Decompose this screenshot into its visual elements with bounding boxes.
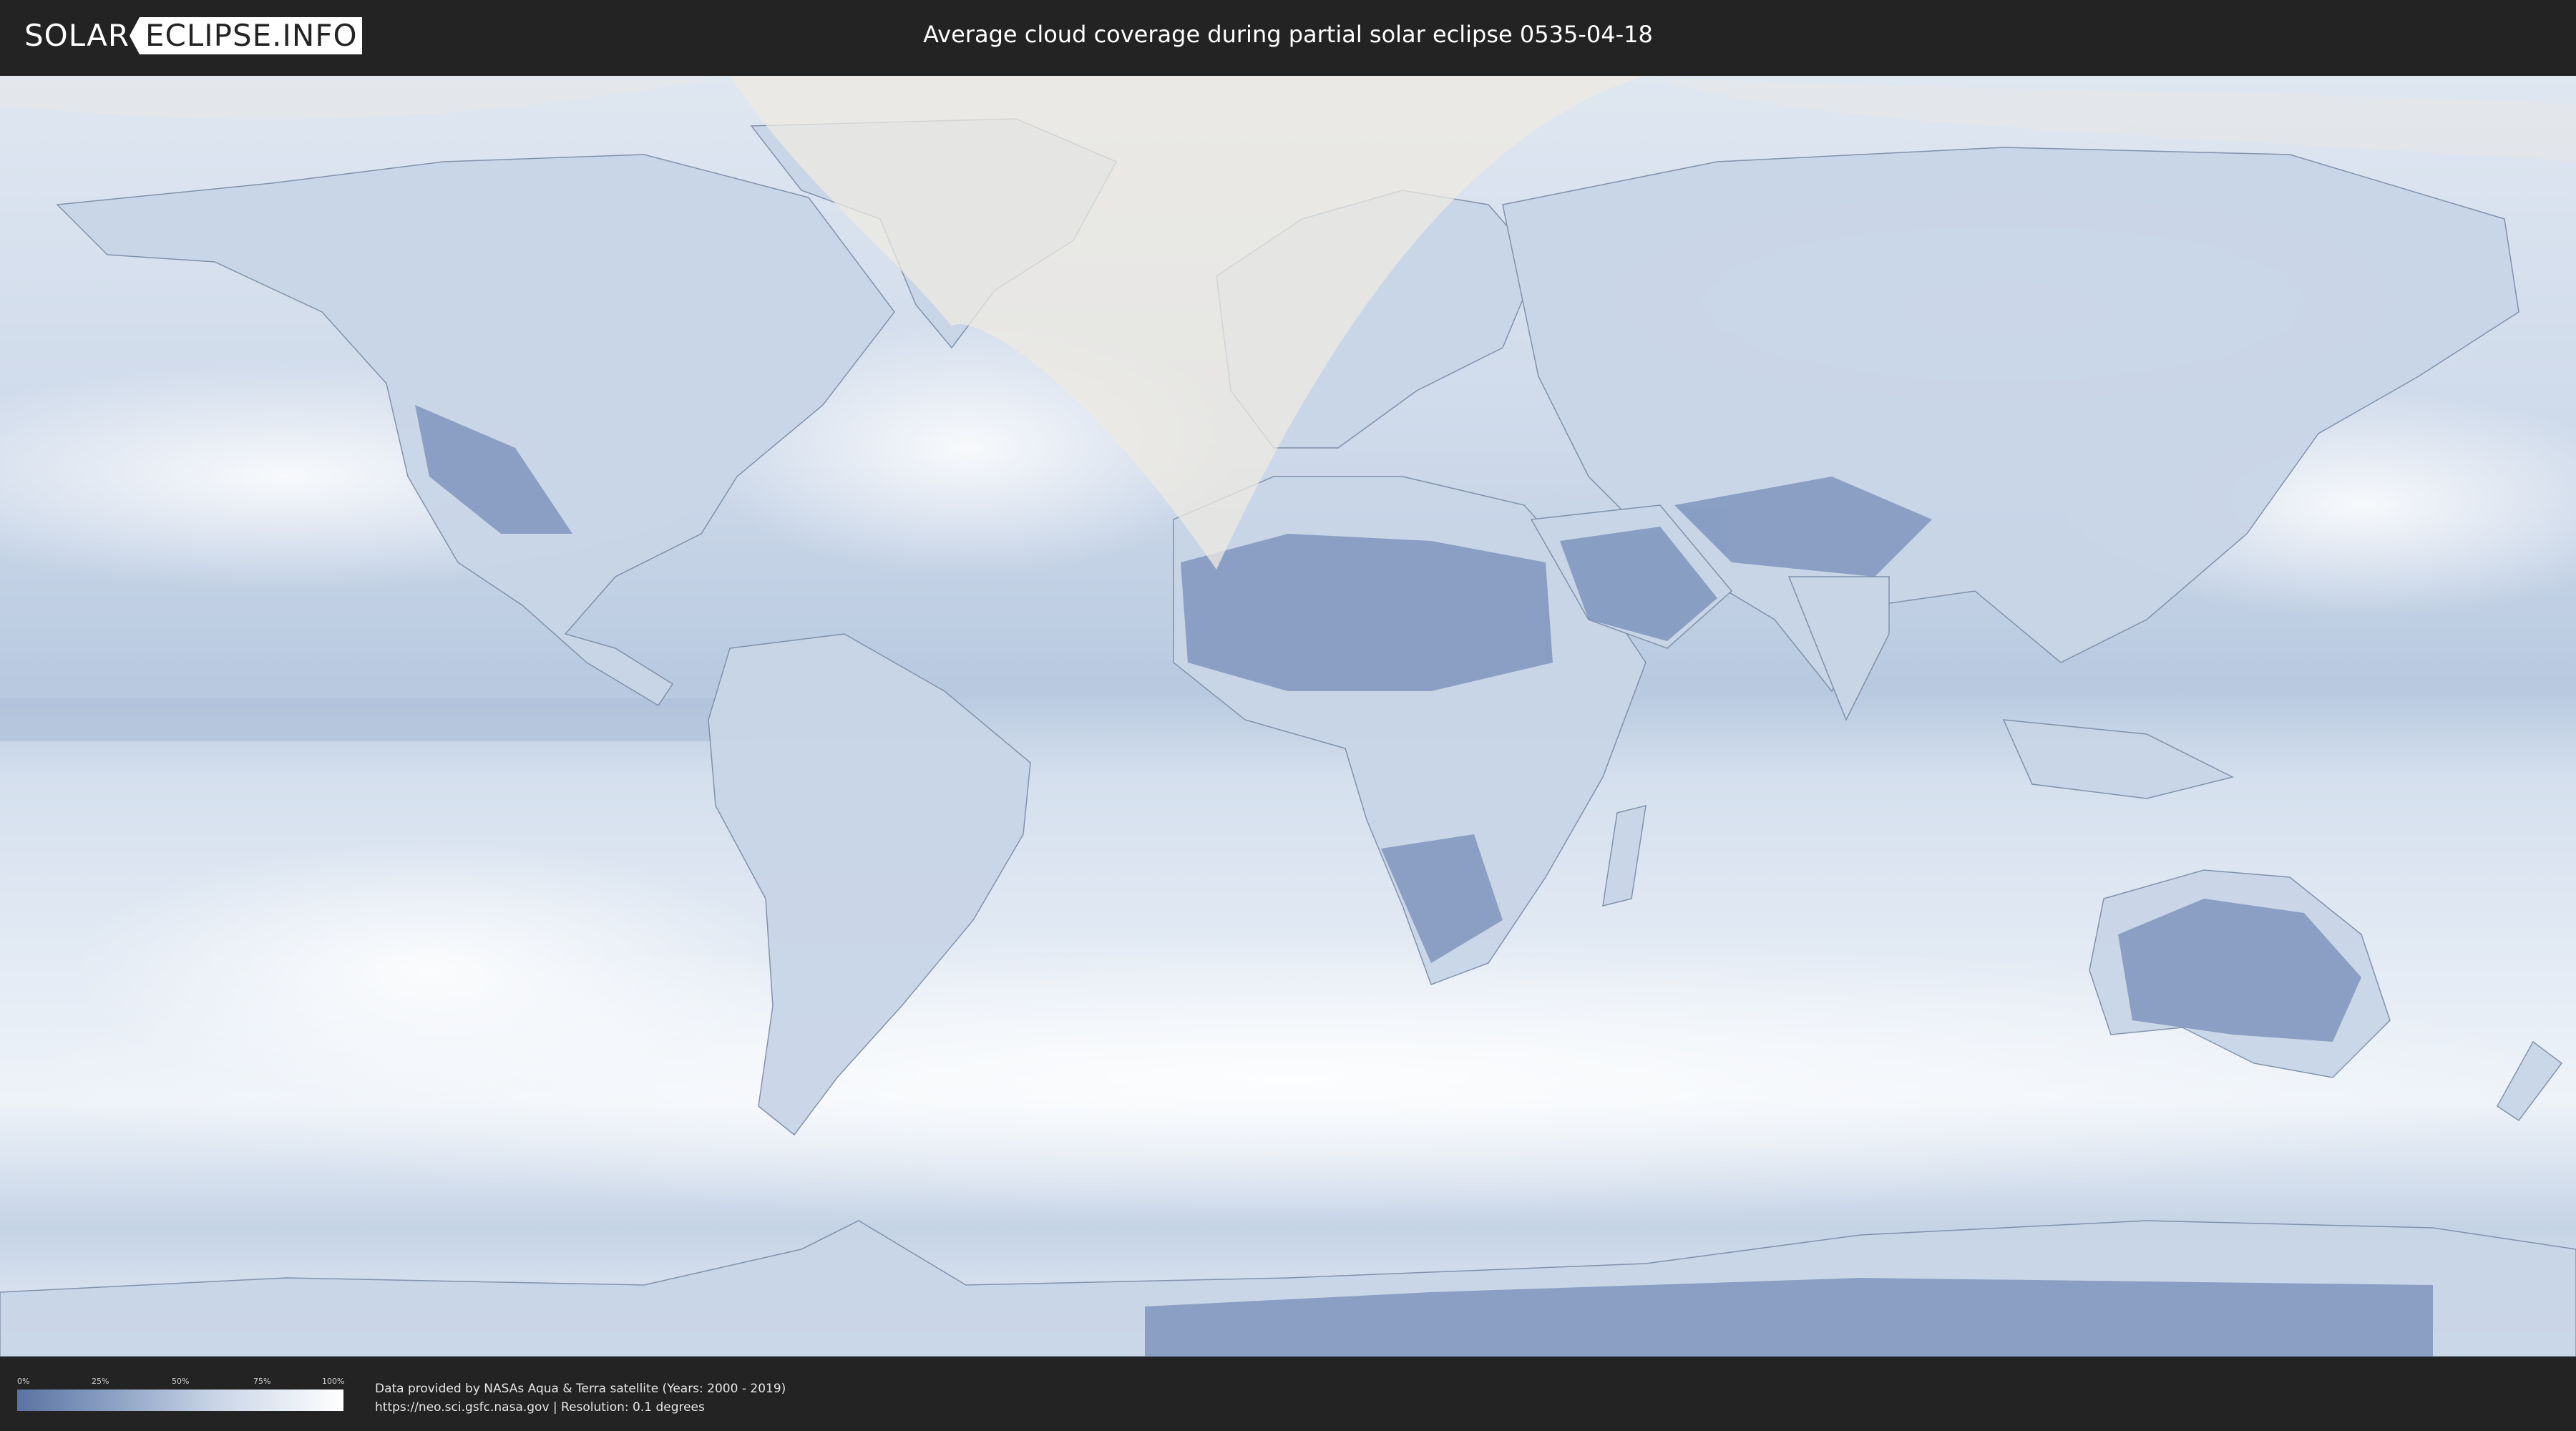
legend-gradient-bar: [17, 1390, 343, 1411]
sahara-region: [1181, 534, 1553, 691]
legend-tick-25: 25%: [92, 1377, 109, 1386]
page-title: Average cloud coverage during partial so…: [923, 21, 1653, 48]
itcz-band: [0, 698, 751, 741]
world-map-svg: [0, 76, 2576, 1357]
footer-bar: 0% 25% 50% 75% 100% Data provided by NAS…: [0, 1357, 2576, 1431]
credits-line-1: Data provided by NASAs Aqua & Terra sate…: [375, 1382, 786, 1396]
credits-line-2[interactable]: https://neo.sci.gsfc.nasa.gov | Resoluti…: [375, 1398, 786, 1417]
cloud-band: [72, 841, 787, 1099]
legend-tick-75: 75%: [253, 1377, 271, 1386]
header-bar: SOLAR ECLIPSE.INFO Average cloud coverag…: [0, 0, 2576, 72]
legend-tick-50: 50%: [172, 1377, 190, 1386]
cloud-coverage-map[interactable]: [0, 76, 2576, 1357]
legend-tick-100: 100%: [322, 1377, 345, 1386]
cloud-coverage-legend: 0% 25% 50% 75% 100%: [17, 1375, 345, 1411]
legend-tick-0: 0%: [17, 1377, 30, 1386]
data-credits: Data provided by NASAs Aqua & Terra sate…: [375, 1379, 786, 1417]
legend-ticks: 0% 25% 50% 75% 100%: [17, 1375, 345, 1390]
